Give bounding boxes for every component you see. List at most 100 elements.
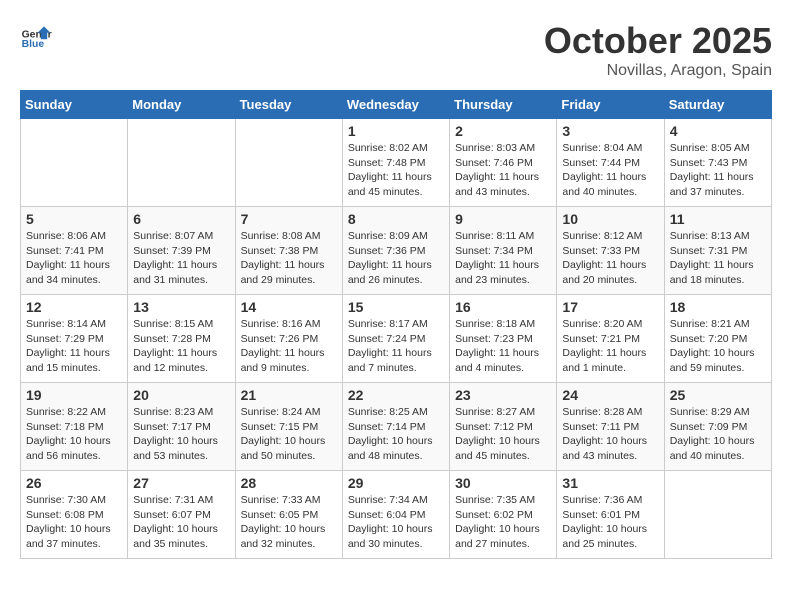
- calendar-table: Sunday Monday Tuesday Wednesday Thursday…: [20, 90, 772, 559]
- calendar-cell: 1Sunrise: 8:02 AMSunset: 7:48 PMDaylight…: [342, 119, 449, 207]
- calendar-title: October 2025: [544, 20, 772, 62]
- calendar-cell: 24Sunrise: 8:28 AMSunset: 7:11 PMDayligh…: [557, 383, 664, 471]
- calendar-cell: 13Sunrise: 8:15 AMSunset: 7:28 PMDayligh…: [128, 295, 235, 383]
- day-info: Sunrise: 7:34 AMSunset: 6:04 PMDaylight:…: [348, 493, 444, 552]
- calendar-subtitle: Novillas, Aragon, Spain: [544, 62, 772, 80]
- calendar-cell: 14 Sunrise: 8:16 AMSunset: 7:26 PMDayligh…: [235, 295, 342, 383]
- day-info: Sunrise: 8:11 AMSunset: 7:34 PMDaylight:…: [455, 229, 551, 288]
- day-info: Sunrise: 8:03 AMSunset: 7:46 PMDaylight:…: [455, 141, 551, 200]
- calendar-cell: 12Sunrise: 8:14 AMSunset: 7:29 PMDayligh…: [21, 295, 128, 383]
- day-info: Sunrise: 8:15 AMSunset: 7:28 PMDaylight:…: [133, 317, 229, 376]
- calendar-cell: 26 Sunrise: 7:30 AMSunset: 6:08 PMDayligh…: [21, 471, 128, 559]
- day-number: 10: [562, 211, 658, 227]
- calendar-cell: 28Sunrise: 7:33 AMSunset: 6:05 PMDayligh…: [235, 471, 342, 559]
- calendar-cell: [235, 119, 342, 207]
- calendar-cell: 6 Sunrise: 8:07 AMSunset: 7:39 PMDaylight…: [128, 207, 235, 295]
- day-info: Sunrise: 8:05 AMSunset: 7:43 PMDaylight:…: [670, 141, 766, 200]
- day-number: 26: [26, 475, 122, 491]
- calendar-cell: [664, 471, 771, 559]
- day-info: Sunrise: 8:16 AMSunset: 7:26 PMDaylight:…: [241, 317, 337, 376]
- day-info: Sunrise: 7:35 AMSunset: 6:02 PMDaylight:…: [455, 493, 551, 552]
- day-number: 2: [455, 123, 551, 139]
- day-number: 3: [562, 123, 658, 139]
- calendar-cell: 20Sunrise: 8:23 AMSunset: 7:17 PMDayligh…: [128, 383, 235, 471]
- day-info: Sunrise: 8:08 AMSunset: 7:38 PMDaylight:…: [241, 229, 337, 288]
- day-info: Sunrise: 8:22 AMSunset: 7:18 PMDaylight:…: [26, 405, 122, 464]
- day-number: 18: [670, 299, 766, 315]
- calendar-cell: 22 Sunrise: 8:25 AMSunset: 7:14 PMDayligh…: [342, 383, 449, 471]
- calendar-cell: 15 Sunrise: 8:17 AMSunset: 7:24 PMDayligh…: [342, 295, 449, 383]
- calendar-cell: 3 Sunrise: 8:04 AMSunset: 7:44 PMDaylight…: [557, 119, 664, 207]
- day-info: Sunrise: 7:30 AMSunset: 6:08 PMDaylight:…: [26, 493, 122, 552]
- day-number: 15: [348, 299, 444, 315]
- day-info: Sunrise: 8:09 AMSunset: 7:36 PMDaylight:…: [348, 229, 444, 288]
- day-info: Sunrise: 8:24 AMSunset: 7:15 PMDaylight:…: [241, 405, 337, 464]
- title-block: October 2025 Novillas, Aragon, Spain: [544, 20, 772, 80]
- day-number: 5: [26, 211, 122, 227]
- logo: General Blue: [20, 20, 52, 52]
- day-info: Sunrise: 8:25 AMSunset: 7:14 PMDaylight:…: [348, 405, 444, 464]
- col-monday: Monday: [128, 91, 235, 119]
- day-number: 19: [26, 387, 122, 403]
- day-number: 21: [241, 387, 337, 403]
- day-number: 27: [133, 475, 229, 491]
- col-sunday: Sunday: [21, 91, 128, 119]
- calendar-cell: 18 Sunrise: 8:21 AMSunset: 7:20 PMDayligh…: [664, 295, 771, 383]
- day-info: Sunrise: 8:06 AMSunset: 7:41 PMDaylight:…: [26, 229, 122, 288]
- day-number: 16: [455, 299, 551, 315]
- calendar-cell: 2 Sunrise: 8:03 AMSunset: 7:46 PMDaylight…: [450, 119, 557, 207]
- calendar-cell: 30 Sunrise: 7:35 AMSunset: 6:02 PMDayligh…: [450, 471, 557, 559]
- calendar-cell: 29Sunrise: 7:34 AMSunset: 6:04 PMDayligh…: [342, 471, 449, 559]
- day-number: 22: [348, 387, 444, 403]
- week-row-1: 1Sunrise: 8:02 AMSunset: 7:48 PMDaylight…: [21, 119, 772, 207]
- calendar-cell: 16 Sunrise: 8:18 AMSunset: 7:23 PMDayligh…: [450, 295, 557, 383]
- day-number: 9: [455, 211, 551, 227]
- calendar-cell: 31 Sunrise: 7:36 AMSunset: 6:01 PMDayligh…: [557, 471, 664, 559]
- calendar-cell: 21 Sunrise: 8:24 AMSunset: 7:15 PMDayligh…: [235, 383, 342, 471]
- day-info: Sunrise: 8:21 AMSunset: 7:20 PMDaylight:…: [670, 317, 766, 376]
- week-row-2: 5 Sunrise: 8:06 AMSunset: 7:41 PMDaylight…: [21, 207, 772, 295]
- day-number: 14: [241, 299, 337, 315]
- day-info: Sunrise: 8:07 AMSunset: 7:39 PMDaylight:…: [133, 229, 229, 288]
- logo-icon: General Blue: [20, 20, 52, 52]
- day-number: 31: [562, 475, 658, 491]
- day-info: Sunrise: 8:12 AMSunset: 7:33 PMDaylight:…: [562, 229, 658, 288]
- day-info: Sunrise: 8:17 AMSunset: 7:24 PMDaylight:…: [348, 317, 444, 376]
- calendar-cell: 27Sunrise: 7:31 AMSunset: 6:07 PMDayligh…: [128, 471, 235, 559]
- day-number: 23: [455, 387, 551, 403]
- day-number: 30: [455, 475, 551, 491]
- day-info: Sunrise: 7:36 AMSunset: 6:01 PMDaylight:…: [562, 493, 658, 552]
- calendar-cell: 9 Sunrise: 8:11 AMSunset: 7:34 PMDaylight…: [450, 207, 557, 295]
- calendar-cell: [128, 119, 235, 207]
- col-wednesday: Wednesday: [342, 91, 449, 119]
- day-info: Sunrise: 8:27 AMSunset: 7:12 PMDaylight:…: [455, 405, 551, 464]
- col-friday: Friday: [557, 91, 664, 119]
- day-info: Sunrise: 8:02 AMSunset: 7:48 PMDaylight:…: [348, 141, 444, 200]
- day-info: Sunrise: 8:04 AMSunset: 7:44 PMDaylight:…: [562, 141, 658, 200]
- calendar-cell: 11 Sunrise: 8:13 AMSunset: 7:31 PMDayligh…: [664, 207, 771, 295]
- calendar-cell: 17 Sunrise: 8:20 AMSunset: 7:21 PMDayligh…: [557, 295, 664, 383]
- day-number: 11: [670, 211, 766, 227]
- day-number: 17: [562, 299, 658, 315]
- col-tuesday: Tuesday: [235, 91, 342, 119]
- day-number: 6: [133, 211, 229, 227]
- calendar-cell: 8Sunrise: 8:09 AMSunset: 7:36 PMDaylight…: [342, 207, 449, 295]
- page-header: General Blue October 2025 Novillas, Arag…: [20, 20, 772, 80]
- day-info: Sunrise: 8:18 AMSunset: 7:23 PMDaylight:…: [455, 317, 551, 376]
- day-number: 24: [562, 387, 658, 403]
- calendar-cell: 7Sunrise: 8:08 AMSunset: 7:38 PMDaylight…: [235, 207, 342, 295]
- day-info: Sunrise: 8:29 AMSunset: 7:09 PMDaylight:…: [670, 405, 766, 464]
- svg-text:Blue: Blue: [22, 39, 45, 50]
- calendar-cell: [21, 119, 128, 207]
- calendar-cell: 5 Sunrise: 8:06 AMSunset: 7:41 PMDaylight…: [21, 207, 128, 295]
- calendar-cell: 23 Sunrise: 8:27 AMSunset: 7:12 PMDayligh…: [450, 383, 557, 471]
- day-info: Sunrise: 8:13 AMSunset: 7:31 PMDaylight:…: [670, 229, 766, 288]
- col-thursday: Thursday: [450, 91, 557, 119]
- header-row: Sunday Monday Tuesday Wednesday Thursday…: [21, 91, 772, 119]
- day-info: Sunrise: 7:33 AMSunset: 6:05 PMDaylight:…: [241, 493, 337, 552]
- day-info: Sunrise: 8:23 AMSunset: 7:17 PMDaylight:…: [133, 405, 229, 464]
- day-info: Sunrise: 8:20 AMSunset: 7:21 PMDaylight:…: [562, 317, 658, 376]
- calendar-cell: 4Sunrise: 8:05 AMSunset: 7:43 PMDaylight…: [664, 119, 771, 207]
- col-saturday: Saturday: [664, 91, 771, 119]
- day-number: 25: [670, 387, 766, 403]
